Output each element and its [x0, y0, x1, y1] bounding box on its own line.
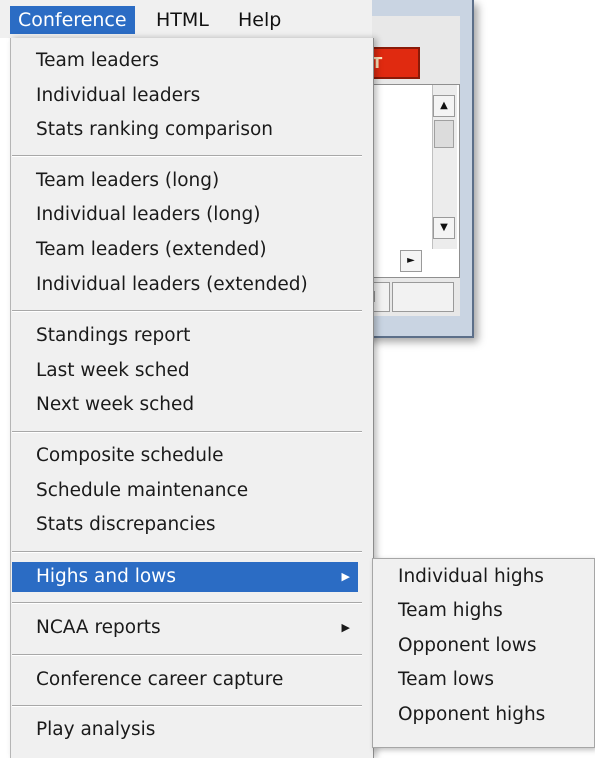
menu-item-ncaa-reports[interactable]: NCAA reports ▶	[12, 613, 358, 643]
menu-item-next-week-sched[interactable]: Next week sched	[12, 390, 358, 420]
menu-help[interactable]: Help	[230, 6, 289, 34]
menu-item-composite-schedule[interactable]: Composite schedule	[12, 441, 358, 471]
menu-bar: Conference HTML Help	[0, 0, 372, 38]
menu-item-last-week-sched[interactable]: Last week sched	[12, 356, 358, 386]
scroll-up-icon[interactable]: ▲	[433, 95, 455, 117]
submenu-item-opponent-lows[interactable]: Opponent lows	[372, 631, 595, 661]
menu-separator	[12, 155, 362, 157]
menu-separator	[12, 654, 362, 656]
menu-item-stats-discrepancies[interactable]: Stats discrepancies	[12, 510, 358, 540]
scroll-down-icon[interactable]: ▼	[433, 217, 455, 239]
menu-item-schedule-maintenance[interactable]: Schedule maintenance	[12, 476, 358, 506]
menu-item-team-leaders-extended[interactable]: Team leaders (extended)	[12, 235, 358, 265]
submenu-item-individual-highs[interactable]: Individual highs	[372, 562, 595, 592]
menu-item-standings-report[interactable]: Standings report	[12, 321, 358, 351]
menu-conference[interactable]: Conference	[10, 6, 135, 34]
menu-separator	[12, 551, 362, 553]
menu-item-individual-leaders[interactable]: Individual leaders	[12, 81, 358, 111]
menu-item-individual-leaders-extended[interactable]: Individual leaders (extended)	[12, 270, 358, 300]
menu-item-label: NCAA reports	[36, 617, 161, 638]
menu-item-highs-and-lows[interactable]: Highs and lows ▶	[12, 562, 358, 592]
submenu-item-team-highs[interactable]: Team highs	[372, 596, 595, 626]
menu-separator	[12, 310, 362, 312]
menu-separator	[12, 431, 362, 433]
menu-html[interactable]: HTML	[148, 6, 217, 34]
menu-item-team-leaders-long[interactable]: Team leaders (long)	[12, 166, 358, 196]
submenu-item-opponent-highs[interactable]: Opponent highs	[372, 700, 595, 730]
status-field-right	[392, 282, 454, 312]
menu-item-play-analysis[interactable]: Play analysis	[12, 715, 358, 745]
red-action-button[interactable]: T	[366, 47, 420, 79]
menu-item-label: Highs and lows	[36, 566, 176, 587]
scrollbar-thumb[interactable]	[434, 120, 454, 148]
menu-separator	[12, 705, 362, 707]
scroll-right-icon[interactable]: ►	[400, 250, 422, 272]
submenu-arrow-icon: ▶	[341, 621, 350, 634]
submenu-arrow-icon: ▶	[341, 570, 350, 583]
menu-item-individual-leaders-long[interactable]: Individual leaders (long)	[12, 200, 358, 230]
menu-item-team-leaders[interactable]: Team leaders	[12, 46, 358, 76]
menu-separator	[12, 602, 362, 604]
submenu-item-team-lows[interactable]: Team lows	[372, 665, 595, 695]
menu-item-conference-career-capture[interactable]: Conference career capture	[12, 665, 358, 695]
menu-item-stats-ranking-comparison[interactable]: Stats ranking comparison	[12, 115, 358, 145]
